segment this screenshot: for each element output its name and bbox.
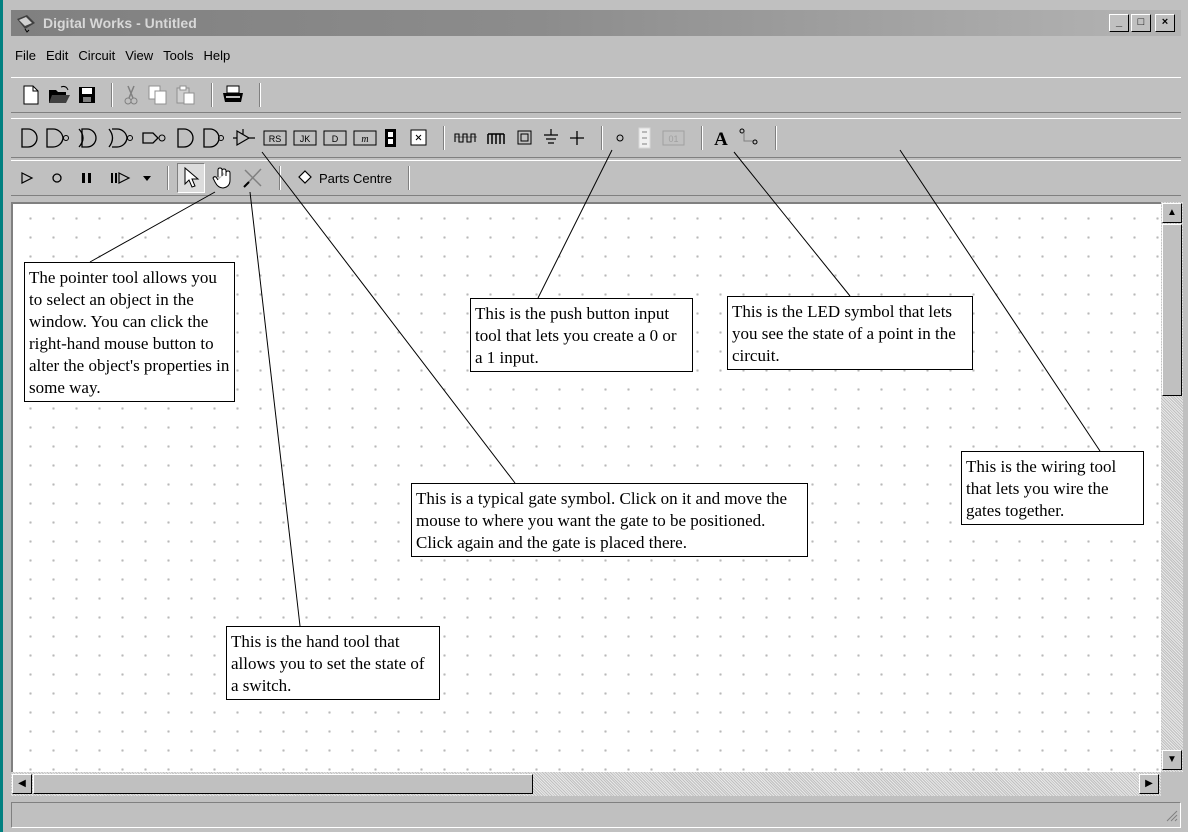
callout-wiring: This is the wiring tool that lets you wi… xyxy=(961,451,1144,525)
seven-seg-icon[interactable] xyxy=(383,127,399,149)
and-gate-icon[interactable] xyxy=(19,126,39,150)
dropdown-arrow-icon[interactable] xyxy=(141,170,153,186)
scroll-up-arrow-icon[interactable]: ▲ xyxy=(1162,203,1182,223)
callout-hand-tool: This is the hand tool that allows you to… xyxy=(226,626,440,700)
resize-grip-icon[interactable] xyxy=(1164,808,1178,825)
minimize-button[interactable]: _ xyxy=(1109,14,1129,32)
pulse-icon[interactable] xyxy=(485,128,509,148)
wire-cutter-icon[interactable] xyxy=(241,166,265,190)
nor-gate-icon[interactable] xyxy=(107,126,135,150)
simulation-toolbar: Parts Centre xyxy=(11,160,1181,196)
horizontal-scroll-thumb[interactable] xyxy=(33,774,533,794)
step-icon[interactable] xyxy=(109,170,131,186)
vertical-scrollbar[interactable]: ▲ ▼ xyxy=(1161,202,1183,772)
menu-file[interactable]: File xyxy=(13,47,38,64)
clear-icon[interactable] xyxy=(409,128,429,148)
text-icon[interactable]: A xyxy=(711,127,731,149)
toolbar-separator xyxy=(407,166,410,190)
macro-icon[interactable]: m xyxy=(353,129,377,147)
toolbar-separator xyxy=(259,83,261,107)
diamond-icon xyxy=(297,169,313,188)
scroll-left-arrow-icon[interactable]: ◀ xyxy=(12,774,32,794)
components-toolbar: RS JK D m 01 A xyxy=(11,118,1181,158)
wiring-icon[interactable] xyxy=(737,127,761,149)
toolbar-separator xyxy=(701,126,703,150)
open-folder-icon[interactable] xyxy=(47,84,71,106)
print-icon[interactable] xyxy=(221,84,245,106)
menu-bar: File Edit Circuit View Tools Help xyxy=(11,44,236,66)
stop-icon[interactable] xyxy=(49,170,65,186)
title-bar[interactable]: Digital Works - Untitled _ □ × xyxy=(11,10,1181,36)
paste-icon[interactable] xyxy=(175,84,197,106)
toolbar-separator xyxy=(111,83,113,107)
app-logo-icon xyxy=(15,13,37,33)
vertical-scroll-thumb[interactable] xyxy=(1162,224,1182,396)
maximize-button[interactable]: □ xyxy=(1131,14,1151,32)
d-label: D xyxy=(332,134,339,144)
menu-tools[interactable]: Tools xyxy=(161,47,195,64)
application-window: Digital Works - Untitled _ □ × File Edit… xyxy=(0,0,1188,832)
toolbar-separator xyxy=(443,126,445,150)
toolbar-separator xyxy=(211,83,213,107)
led-icon[interactable] xyxy=(611,128,629,148)
scroll-down-arrow-icon[interactable]: ▼ xyxy=(1162,750,1182,770)
not-gate-icon[interactable] xyxy=(201,126,225,150)
display-icon[interactable] xyxy=(635,126,655,150)
close-button[interactable]: × xyxy=(1155,14,1175,32)
window-title: Digital Works - Untitled xyxy=(43,15,197,31)
push-button-icon[interactable] xyxy=(515,128,535,148)
xor-gate-icon[interactable] xyxy=(141,126,169,150)
d-flipflop-icon[interactable]: D xyxy=(323,129,347,147)
callout-led: This is the LED symbol that lets you see… xyxy=(727,296,973,370)
hand-tool-icon[interactable] xyxy=(211,165,235,191)
toolbar-separator xyxy=(775,126,777,150)
menu-circuit[interactable]: Circuit xyxy=(76,47,117,64)
ground-icon[interactable] xyxy=(541,127,561,149)
cut-icon[interactable] xyxy=(121,84,141,106)
number-label: 01 xyxy=(668,134,678,144)
jk-flipflop-icon[interactable]: JK xyxy=(293,129,317,147)
new-document-icon[interactable] xyxy=(21,84,41,106)
file-toolbar xyxy=(11,77,1181,113)
callout-gate: This is a typical gate symbol. Click on … xyxy=(411,483,808,557)
buffer-gate-icon[interactable] xyxy=(175,126,195,150)
parts-centre-button[interactable]: Parts Centre xyxy=(289,167,400,190)
clock-icon[interactable] xyxy=(453,128,479,148)
callout-pointer-tool: The pointer tool allows you to select an… xyxy=(24,262,235,402)
power-icon[interactable] xyxy=(567,128,587,148)
pause-icon[interactable] xyxy=(79,170,95,186)
callout-push-button: This is the push button input tool that … xyxy=(470,298,693,372)
menu-view[interactable]: View xyxy=(123,47,155,64)
menu-help[interactable]: Help xyxy=(202,47,233,64)
play-icon[interactable] xyxy=(19,170,35,186)
toolbar-separator xyxy=(167,166,169,190)
rs-flipflop-icon[interactable]: RS xyxy=(263,129,287,147)
menu-edit[interactable]: Edit xyxy=(44,47,70,64)
rs-label: RS xyxy=(269,134,282,144)
m-label: m xyxy=(361,134,368,145)
pointer-tool-icon[interactable] xyxy=(177,163,205,193)
save-icon[interactable] xyxy=(77,85,97,105)
status-bar xyxy=(11,802,1181,828)
jk-label: JK xyxy=(300,134,311,144)
or-gate-icon[interactable] xyxy=(45,126,71,150)
parts-centre-label: Parts Centre xyxy=(319,170,392,186)
scroll-right-arrow-icon[interactable]: ▶ xyxy=(1139,774,1159,794)
text-tool-label: A xyxy=(714,129,728,149)
toolbar-separator xyxy=(601,126,603,150)
nand-gate-icon[interactable] xyxy=(77,126,101,150)
copy-icon[interactable] xyxy=(147,84,169,106)
toolbar-separator xyxy=(279,166,281,190)
horizontal-scrollbar[interactable]: ◀ ▶ xyxy=(11,772,1161,796)
number-icon[interactable]: 01 xyxy=(661,128,687,148)
tristate-icon[interactable] xyxy=(231,126,257,150)
